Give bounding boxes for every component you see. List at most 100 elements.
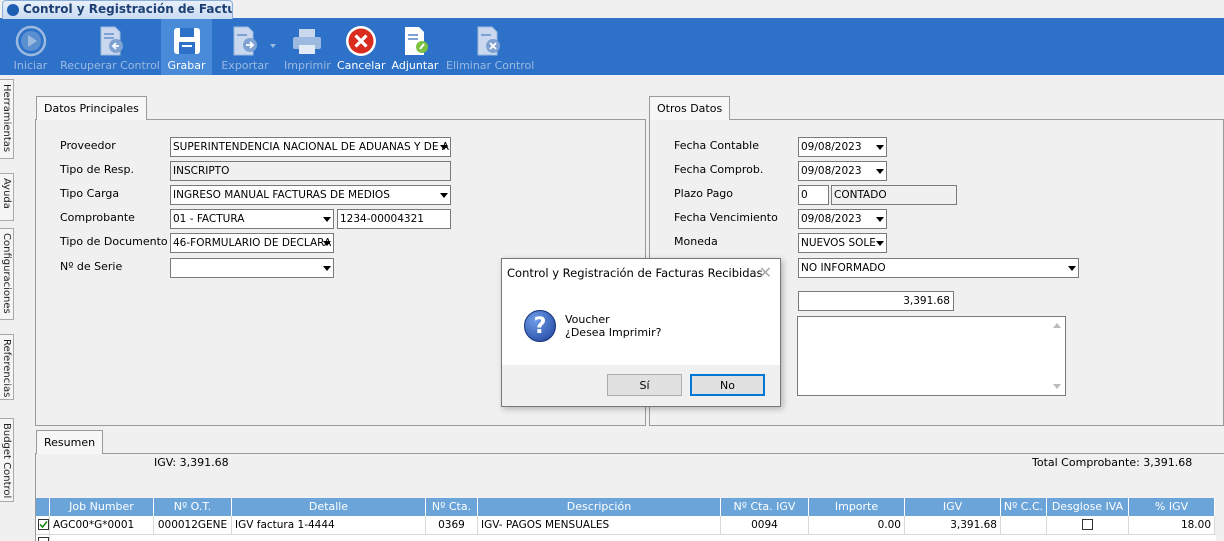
no-button[interactable]: No	[690, 374, 765, 396]
col-descripcion[interactable]: Descripción	[478, 498, 721, 516]
fecha-comprob-picker[interactable]: 09/08/2023	[798, 161, 887, 181]
cell-nro-cc	[1001, 516, 1047, 535]
nro-serie-select[interactable]	[170, 258, 334, 278]
eliminar-control-button[interactable]: Eliminar Control	[446, 19, 535, 75]
cell-nro-cta: 0369	[426, 516, 478, 535]
grabar-button[interactable]: Grabar	[161, 19, 212, 75]
moneda-select[interactable]: NUEVOS SOLE	[798, 233, 887, 253]
tipo-resp-field: INSCRIPTO	[170, 161, 451, 181]
chevron-down-icon	[876, 145, 884, 150]
exportar-dropdown-icon[interactable]	[270, 44, 276, 48]
document-tab[interactable]: Control y Registración de Factura...	[2, 0, 233, 19]
fecha-vencimiento-value: 09/08/2023	[801, 213, 862, 225]
proveedor-value: SUPERINTENDENCIA NACIONAL DE ADUANAS Y D…	[173, 141, 451, 153]
yes-button[interactable]: Sí	[607, 374, 682, 396]
side-tab-budget-control[interactable]: Budget Control	[0, 418, 14, 502]
no-informado-select[interactable]: NO INFORMADO	[798, 258, 1079, 278]
dialog-title: Control y Registración de Facturas Recib…	[507, 266, 763, 280]
grid-header: Job Number Nº O.T. Detalle Nº Cta. Descr…	[36, 498, 1215, 516]
fecha-contable-picker[interactable]: 09/08/2023	[798, 137, 887, 157]
fecha-contable-value: 09/08/2023	[801, 141, 862, 153]
comprobante-select[interactable]: 01 - FACTURA	[170, 209, 334, 229]
proveedor-select[interactable]: SUPERINTENDENCIA NACIONAL DE ADUANAS Y D…	[170, 137, 451, 157]
chevron-down-icon	[876, 241, 884, 246]
nro-serie-label: Nº de Serie	[60, 260, 123, 273]
exportar-button[interactable]: Exportar	[214, 19, 276, 75]
fecha-contable-label: Fecha Contable	[674, 139, 759, 152]
confirm-dialog: Control y Registración de Facturas Recib…	[501, 258, 781, 407]
app-icon	[7, 4, 19, 16]
row-select-checkbox[interactable]	[36, 516, 50, 535]
dialog-message: ¿Desea Imprimir?	[565, 326, 662, 339]
proveedor-label: Proveedor	[60, 139, 116, 152]
eliminar-control-label: Eliminar Control	[446, 59, 535, 72]
col-detalle[interactable]: Detalle	[232, 498, 426, 516]
col-nro-cta-igv[interactable]: Nº Cta. IGV	[721, 498, 809, 516]
imprimir-button[interactable]: Imprimir	[284, 19, 331, 75]
col-desglose-iva[interactable]: Desglose IVA	[1047, 498, 1129, 516]
side-tab-configuraciones-label: Configuraciones	[1, 233, 12, 314]
side-tab-configuraciones[interactable]: Configuraciones	[0, 228, 14, 320]
side-tab-referencias[interactable]: Referencias	[0, 334, 14, 400]
recuperar-control-label: Recuperar Control	[60, 59, 160, 72]
chevron-down-icon	[876, 169, 884, 174]
tab-otros-datos-label: Otros Datos	[657, 102, 723, 115]
close-icon[interactable]: ✕	[759, 263, 772, 282]
iniciar-label: Iniciar	[13, 59, 48, 72]
tab-otros-datos[interactable]: Otros Datos	[649, 96, 731, 120]
tab-datos-principales[interactable]: Datos Principales	[36, 96, 147, 120]
chevron-down-icon	[323, 217, 331, 222]
col-nro-cc[interactable]: Nº C.C.	[1001, 498, 1047, 516]
adjuntar-button[interactable]: Adjuntar	[391, 19, 439, 75]
fecha-comprob-value: 09/08/2023	[801, 165, 862, 177]
col-nro-cta[interactable]: Nº Cta.	[426, 498, 478, 516]
table-row-empty[interactable]	[36, 535, 1216, 541]
application-window: Control y Registración de Factura... Ini…	[0, 0, 1224, 541]
comprobante-numero-input[interactable]: 1234-00004321	[337, 209, 451, 229]
table-row[interactable]: AGC00*G*0001 000012GENE IGV factura 1-44…	[36, 516, 1215, 535]
importe-field[interactable]: 3,391.68	[798, 291, 954, 311]
adjuntar-label: Adjuntar	[391, 59, 439, 72]
dialog-message-title: Voucher	[565, 313, 610, 326]
col-importe[interactable]: Importe	[809, 498, 905, 516]
col-igv[interactable]: IGV	[905, 498, 1001, 516]
document-delete-icon	[477, 26, 500, 56]
side-tab-ayuda-label: Ayuda	[1, 178, 12, 209]
cell-pct-igv: 18.00	[1129, 516, 1215, 535]
scroll-up-icon[interactable]	[1053, 323, 1061, 328]
no-informado-value: NO INFORMADO	[801, 262, 886, 274]
cancelar-button[interactable]: Cancelar	[337, 19, 386, 75]
tab-resumen-label: Resumen	[44, 436, 96, 449]
tipo-carga-select[interactable]: INGRESO MANUAL FACTURAS DE MEDIOS	[170, 185, 451, 205]
col-nro-ot[interactable]: Nº O.T.	[154, 498, 232, 516]
tipo-documento-select[interactable]: 46-FORMULARIO DE DECLARA	[170, 233, 334, 253]
grid-header-select	[36, 498, 50, 516]
cancel-icon	[346, 26, 376, 56]
iniciar-button[interactable]: Iniciar	[8, 19, 53, 75]
export-icon	[233, 26, 257, 56]
desglose-iva-checkbox[interactable]	[1082, 519, 1093, 530]
observaciones-textarea[interactable]	[797, 316, 1066, 396]
row-select-checkbox[interactable]	[36, 535, 50, 541]
col-job-number[interactable]: Job Number	[50, 498, 154, 516]
plazo-pago-input[interactable]: 0	[798, 185, 829, 205]
scroll-down-icon[interactable]	[1053, 384, 1061, 389]
col-pct-igv[interactable]: % IGV	[1129, 498, 1215, 516]
cell-descripcion: IGV- PAGOS MENSUALES	[478, 516, 721, 535]
side-tab-herramientas-label: Herramientas	[1, 84, 12, 153]
fecha-vencimiento-picker[interactable]: 09/08/2023	[798, 209, 887, 229]
chevron-down-icon	[1068, 266, 1076, 271]
total-comprobante-summary: Total Comprobante: 3,391.68	[1032, 456, 1193, 469]
tipo-carga-value: INGRESO MANUAL FACTURAS DE MEDIOS	[173, 189, 390, 201]
comprobante-value: 01 - FACTURA	[173, 213, 245, 225]
cell-igv: 3,391.68	[905, 516, 1001, 535]
side-tab-ayuda[interactable]: Ayuda	[0, 173, 14, 221]
cell-job-number: AGC00*G*0001	[50, 516, 154, 535]
cell-desglose-iva[interactable]	[1047, 516, 1129, 535]
checkbox-checked-icon	[37, 519, 49, 530]
tab-resumen[interactable]: Resumen	[36, 430, 104, 454]
recuperar-control-button[interactable]: Recuperar Control	[60, 19, 160, 75]
attach-icon	[405, 27, 428, 55]
side-tab-herramientas[interactable]: Herramientas	[0, 79, 14, 159]
tipo-resp-value: INSCRIPTO	[173, 165, 230, 177]
